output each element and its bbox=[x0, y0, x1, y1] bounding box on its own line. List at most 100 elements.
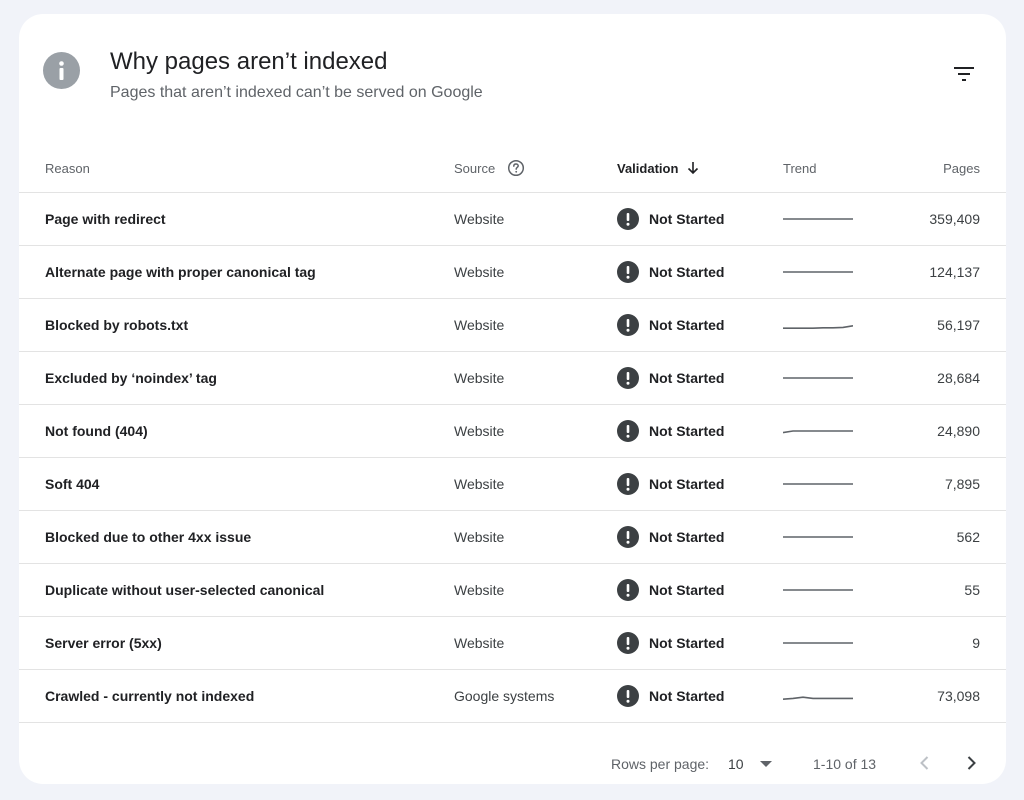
table-row[interactable]: Page with redirect Website Not Started 359,… bbox=[19, 193, 1006, 246]
trend-sparkline bbox=[783, 483, 853, 485]
warning-icon bbox=[617, 579, 639, 601]
filter-icon bbox=[954, 67, 974, 81]
trend-sparkline bbox=[783, 589, 853, 591]
trend-cell bbox=[783, 511, 858, 563]
table-row[interactable]: Crawled - currently not indexed Google sy… bbox=[19, 670, 1006, 723]
reason-cell: Page with redirect bbox=[45, 211, 166, 227]
column-header-source[interactable]: Source bbox=[454, 144, 604, 192]
rows-per-page-label: Rows per page: bbox=[611, 756, 710, 772]
warning-icon bbox=[617, 208, 639, 230]
reason-cell: Alternate page with proper canonical tag bbox=[45, 264, 316, 280]
source-cell: Website bbox=[454, 476, 505, 492]
pages-cell: 56,197 bbox=[937, 317, 980, 333]
reason-cell: Crawled - currently not indexed bbox=[45, 688, 255, 704]
validation-status: Not Started bbox=[649, 264, 725, 280]
pages-cell: 73,098 bbox=[937, 688, 980, 704]
filter-button[interactable] bbox=[947, 60, 983, 88]
pages-cell: 562 bbox=[956, 529, 980, 545]
table-header-row: Reason Source Validation Trend Pages bbox=[19, 144, 1006, 193]
validation-status: Not Started bbox=[649, 317, 725, 333]
help-circle-icon[interactable] bbox=[507, 159, 525, 177]
column-header-source-label: Source bbox=[454, 160, 496, 176]
reasons-table: Reason Source Validation Trend Pages Pag… bbox=[19, 144, 1006, 723]
table-row[interactable]: Blocked due to other 4xx issue Website Not… bbox=[19, 511, 1006, 564]
table-row[interactable]: Soft 404 Website Not Started 7,895 bbox=[19, 458, 1006, 511]
trend-cell bbox=[783, 299, 858, 351]
trend-sparkline bbox=[783, 536, 853, 538]
source-cell: Website bbox=[454, 423, 505, 439]
trend-sparkline bbox=[783, 642, 853, 644]
trend-cell bbox=[783, 564, 858, 616]
pages-cell: 24,890 bbox=[937, 423, 980, 439]
trend-cell bbox=[783, 670, 858, 722]
table-row[interactable]: Blocked by robots.txt Website Not Started 5… bbox=[19, 299, 1006, 352]
source-cell: Website bbox=[454, 264, 505, 280]
validation-cell: Not Started bbox=[617, 458, 777, 510]
trend-cell bbox=[783, 458, 858, 510]
reason-cell: Blocked due to other 4xx issue bbox=[45, 529, 252, 545]
trend-sparkline bbox=[783, 218, 853, 220]
card-header: Why pages aren’t indexed Pages that aren… bbox=[19, 14, 1006, 144]
reason-cell: Soft 404 bbox=[45, 476, 100, 492]
column-header-trend-label: Trend bbox=[783, 160, 817, 176]
validation-status: Not Started bbox=[649, 211, 725, 227]
caret-down-icon[interactable] bbox=[759, 757, 773, 774]
report-card: Why pages aren’t indexed Pages that aren… bbox=[19, 14, 1006, 784]
column-header-trend: Trend bbox=[783, 144, 858, 192]
trend-line bbox=[783, 325, 853, 329]
validation-status: Not Started bbox=[649, 370, 725, 386]
chevron-right-icon[interactable] bbox=[961, 753, 981, 776]
trend-sparkline bbox=[783, 325, 853, 329]
warning-icon bbox=[617, 526, 639, 548]
warning-icon bbox=[617, 314, 639, 336]
source-cell: Website bbox=[454, 529, 505, 545]
page-title: Why pages aren’t indexed bbox=[110, 48, 388, 75]
column-header-reason[interactable]: Reason bbox=[45, 144, 445, 192]
source-cell: Google systems bbox=[454, 688, 555, 704]
warning-icon bbox=[617, 367, 639, 389]
validation-cell: Not Started bbox=[617, 299, 777, 351]
trend-sparkline bbox=[783, 696, 853, 700]
source-cell: Website bbox=[454, 582, 505, 598]
validation-cell: Not Started bbox=[617, 670, 777, 722]
pages-cell: 55 bbox=[964, 582, 980, 598]
rows-per-page-select[interactable]: 10 bbox=[728, 756, 744, 772]
validation-status: Not Started bbox=[649, 635, 725, 651]
validation-status: Not Started bbox=[649, 423, 725, 439]
table-row[interactable]: Excluded by ‘noindex’ tag Website Not Star… bbox=[19, 352, 1006, 405]
table-row[interactable]: Duplicate without user-selected canonica… bbox=[19, 564, 1006, 617]
trend-cell bbox=[783, 352, 858, 404]
arrow-down-icon bbox=[686, 161, 700, 175]
reason-cell: Not found (404) bbox=[45, 423, 148, 439]
table-row[interactable]: Server error (5xx) Website Not Started 9 bbox=[19, 617, 1006, 670]
column-header-validation[interactable]: Validation bbox=[617, 144, 777, 192]
column-header-pages[interactable]: Pages bbox=[879, 144, 980, 192]
pagination-footer: Rows per page: 10 1-10 of 13 bbox=[19, 727, 1006, 784]
source-cell: Website bbox=[454, 635, 505, 651]
validation-cell: Not Started bbox=[617, 193, 777, 245]
table-row[interactable]: Alternate page with proper canonical tag… bbox=[19, 246, 1006, 299]
pages-cell: 124,137 bbox=[929, 264, 980, 280]
pages-cell: 28,684 bbox=[937, 370, 980, 386]
reason-cell: Server error (5xx) bbox=[45, 635, 162, 651]
validation-status: Not Started bbox=[649, 476, 725, 492]
source-cell: Website bbox=[454, 211, 505, 227]
warning-icon bbox=[617, 685, 639, 707]
table-row[interactable]: Not found (404) Website Not Started 24,890 bbox=[19, 405, 1006, 458]
trend-cell bbox=[783, 193, 858, 245]
validation-status: Not Started bbox=[649, 688, 725, 704]
reason-cell: Duplicate without user-selected canonica… bbox=[45, 582, 325, 598]
validation-status: Not Started bbox=[649, 582, 725, 598]
validation-cell: Not Started bbox=[617, 246, 777, 298]
warning-icon bbox=[617, 632, 639, 654]
trend-line bbox=[783, 430, 853, 434]
trend-cell bbox=[783, 405, 858, 457]
trend-line bbox=[783, 696, 853, 700]
validation-cell: Not Started bbox=[617, 511, 777, 563]
pages-cell: 359,409 bbox=[929, 211, 980, 227]
chevron-left-icon[interactable] bbox=[915, 753, 935, 776]
pagination-range: 1-10 of 13 bbox=[813, 756, 877, 772]
validation-cell: Not Started bbox=[617, 405, 777, 457]
reason-cell: Excluded by ‘noindex’ tag bbox=[45, 370, 217, 386]
page-subtitle: Pages that aren’t indexed can’t be serve… bbox=[110, 84, 483, 101]
